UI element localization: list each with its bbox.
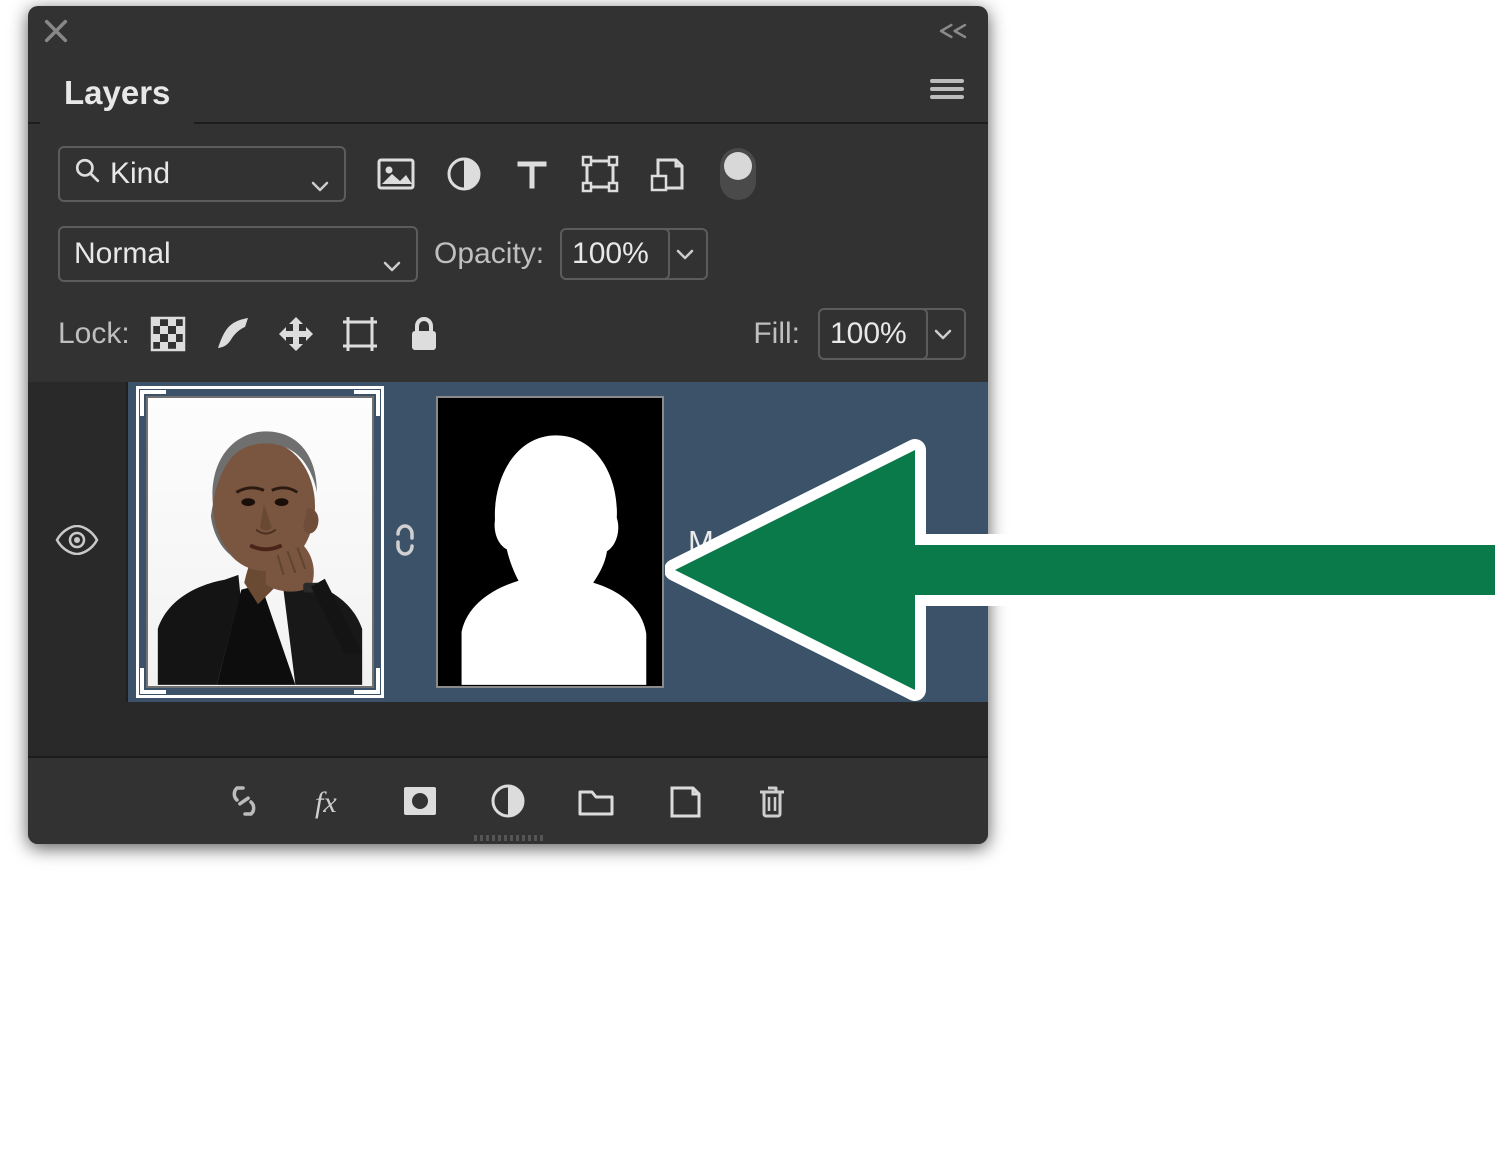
layer-thumbnail[interactable] xyxy=(146,396,374,688)
fill-dropdown-button[interactable] xyxy=(922,308,966,360)
selection-corner xyxy=(140,390,166,416)
visibility-column xyxy=(28,382,128,702)
portrait-image xyxy=(148,398,372,685)
fill-input[interactable]: 100% xyxy=(818,308,928,360)
kind-filter-dropdown[interactable]: Kind xyxy=(58,146,346,202)
chevron-down-icon xyxy=(382,247,402,261)
tab-layers[interactable]: Layers xyxy=(40,64,194,124)
blend-row: Normal Opacity: 100% xyxy=(28,216,988,292)
visibility-eye-icon[interactable] xyxy=(55,525,99,560)
layer-effects-icon[interactable]: fx xyxy=(311,780,353,822)
delete-layer-icon[interactable] xyxy=(751,780,793,822)
layers-list: Masked xyxy=(28,382,988,756)
new-adjustment-layer-icon[interactable] xyxy=(487,780,529,822)
close-icon[interactable] xyxy=(42,17,70,50)
link-layers-icon[interactable] xyxy=(223,780,265,822)
layers-empty-space xyxy=(28,702,988,756)
panel-tab-row: Layers xyxy=(28,60,988,124)
layer-mask-thumbnail[interactable] xyxy=(436,396,664,688)
lock-transparency-icon[interactable] xyxy=(148,314,188,354)
panel-menu-icon[interactable] xyxy=(930,77,964,106)
filter-row: Kind xyxy=(28,124,988,216)
chevron-down-icon xyxy=(933,327,953,341)
layer-name[interactable]: Masked xyxy=(688,524,797,560)
mask-link-icon[interactable] xyxy=(388,520,422,565)
selection-corner xyxy=(354,390,380,416)
opacity-input[interactable]: 100% xyxy=(560,228,670,280)
kind-filter-label: Kind xyxy=(110,157,300,191)
chevron-down-icon xyxy=(310,167,330,181)
opacity-dropdown-button[interactable] xyxy=(664,228,708,280)
svg-text:fx: fx xyxy=(315,786,337,819)
lock-label: Lock: xyxy=(58,317,130,351)
lock-artboard-icon[interactable] xyxy=(340,314,380,354)
new-layer-icon[interactable] xyxy=(663,780,705,822)
lock-image-icon[interactable] xyxy=(212,314,252,354)
lock-row: Lock: Fill: xyxy=(28,292,988,382)
filter-toggle[interactable] xyxy=(720,148,756,200)
layers-bottom-toolbar: fx xyxy=(28,756,988,844)
opacity-label: Opacity: xyxy=(434,237,544,271)
toggle-knob xyxy=(724,152,752,180)
search-icon xyxy=(74,157,100,191)
layer-thumbnail-wrap xyxy=(146,396,374,688)
add-mask-icon[interactable] xyxy=(399,780,441,822)
layers-panel: Layers Kind xyxy=(28,6,988,844)
lock-all-icon[interactable] xyxy=(404,314,444,354)
mask-silhouette xyxy=(438,398,662,685)
filter-adjustment-icon[interactable] xyxy=(444,154,484,194)
resize-grip[interactable] xyxy=(448,834,568,842)
filter-type-icons xyxy=(376,154,688,194)
layer-row[interactable]: Masked xyxy=(28,382,988,702)
blend-mode-value: Normal xyxy=(74,237,382,271)
collapse-panel-icon[interactable] xyxy=(936,22,970,45)
filter-shape-icon[interactable] xyxy=(580,154,620,194)
blend-mode-dropdown[interactable]: Normal xyxy=(58,226,418,282)
fill-label: Fill: xyxy=(753,317,800,351)
panel-top-strip xyxy=(28,6,988,60)
selection-corner xyxy=(354,668,380,694)
fill-value: 100% xyxy=(830,317,916,351)
chevron-down-icon xyxy=(675,247,695,261)
filter-pixel-icon[interactable] xyxy=(376,154,416,194)
selection-corner xyxy=(140,668,166,694)
opacity-value: 100% xyxy=(572,237,658,271)
filter-type-icon[interactable] xyxy=(512,154,552,194)
lock-position-icon[interactable] xyxy=(276,314,316,354)
new-group-icon[interactable] xyxy=(575,780,617,822)
filter-smartobject-icon[interactable] xyxy=(648,154,688,194)
